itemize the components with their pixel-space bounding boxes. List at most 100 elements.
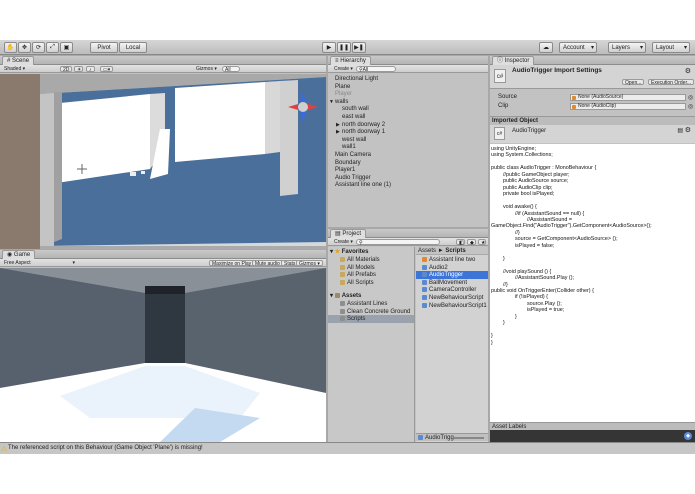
hierarchy-create-dropdown[interactable]: Create ▾ — [332, 66, 355, 72]
asset-folder-label: Scripts — [347, 316, 366, 323]
scene-orientation-gizmo[interactable] — [288, 92, 318, 122]
scene-search-input[interactable]: All — [222, 66, 240, 73]
step-button[interactable]: ▶❚ — [352, 42, 366, 53]
scene-viewport[interactable] — [0, 74, 326, 249]
asset-folder-item[interactable]: Scripts — [328, 315, 414, 324]
scale-tool-button[interactable]: ⤢ — [46, 42, 59, 53]
favorites-header[interactable]: ▾ ★ Favorites — [328, 248, 414, 256]
hierarchy-item-label: wall1 — [342, 144, 356, 151]
game-viewport — [0, 268, 326, 442]
tab-hierarchy[interactable]: ≡ Hierarchy — [330, 56, 371, 65]
hierarchy-item-label: east wall — [342, 114, 366, 120]
imported-object-name: AudioTrigger — [512, 128, 547, 134]
effects-dropdown[interactable]: ▭▾ — [100, 66, 113, 73]
tab-scene[interactable]: # Scene — [2, 56, 35, 65]
clip-label: Clip — [498, 103, 509, 109]
clip-field[interactable]: None (AudioClip) — [570, 103, 686, 110]
cloud-icon: ☁ — [543, 45, 549, 51]
console-status-bar[interactable]: ⚠ The referenced script on this Behaviou… — [0, 442, 695, 454]
asset-labels-bar: ◆ — [490, 430, 695, 442]
project-search-input[interactable]: ⚲ — [356, 239, 440, 246]
hierarchy-tab-label: Hierarchy — [340, 58, 366, 64]
filter-type-button[interactable]: ◧ — [456, 239, 465, 246]
hierarchy-search-text: All — [362, 67, 369, 73]
local-label: Local — [125, 44, 141, 51]
inspector-panel: ⓘ Inspector c# AudioTrigger Import Setti… — [490, 56, 695, 442]
filter-label-button[interactable]: ◆ — [467, 239, 476, 246]
project-file-item[interactable]: NewBehaviourScript1 — [416, 302, 488, 310]
hierarchy-item-label: north doorway 2 — [342, 121, 386, 128]
maximize-on-play-toggle[interactable]: Maximize on Play — [209, 260, 255, 267]
source-field[interactable]: None (AudioSource) — [570, 94, 686, 101]
move-tool-button[interactable]: ✥ — [18, 42, 31, 53]
settings-gear-icon[interactable]: ⚙ — [685, 67, 691, 75]
source-picker-icon[interactable]: ◎ — [688, 94, 693, 101]
clip-picker-icon[interactable]: ◎ — [688, 103, 693, 110]
2d-toggle[interactable]: 2D — [60, 66, 73, 73]
breadcrumb-scripts[interactable]: Scripts — [445, 248, 465, 254]
light-toggle[interactable]: ☀ — [74, 66, 83, 73]
scale-icon: ⤢ — [50, 44, 55, 50]
favorite-item-label: All Materials — [347, 257, 380, 263]
hierarchy-item-label: south wall — [342, 106, 369, 113]
label-tag-icon[interactable]: ◆ — [684, 432, 692, 440]
hierarchy-create-label: Create — [334, 66, 350, 72]
cloud-button[interactable]: ☁ — [539, 42, 553, 53]
execution-order-button[interactable]: Execution Order... — [648, 79, 695, 86]
layout-dropdown[interactable]: Layout ▾ — [652, 42, 690, 53]
script-file-icon: c# — [494, 69, 506, 83]
pause-icon: ❚❚ — [338, 45, 350, 51]
assets-header[interactable]: ▾ Assets — [328, 292, 414, 300]
hierarchy-item[interactable]: Assistant line one (1) — [328, 181, 488, 189]
scene-gizmos-label: Gizmos — [196, 66, 213, 72]
inspector-tabbar: ⓘ Inspector — [490, 56, 695, 65]
rotate-tool-button[interactable]: ⟳ — [32, 42, 45, 53]
script-file-icon: c# — [494, 127, 505, 140]
hierarchy-item-label: Main Camera — [335, 152, 372, 158]
hierarchy-item-label: west wall — [342, 136, 367, 143]
help-book-icon[interactable]: ▤ — [677, 127, 683, 134]
account-dropdown[interactable]: Account ▾ — [559, 42, 597, 53]
folder-icon — [340, 301, 345, 306]
mute-audio-toggle[interactable]: Mute audio — [252, 260, 283, 267]
hierarchy-search-input[interactable]: ⚲All — [356, 66, 396, 73]
hand-tool-button[interactable]: ✋ — [4, 42, 17, 53]
favorite-item[interactable]: All Scripts — [328, 279, 414, 287]
tab-game[interactable]: ◉ Game — [2, 250, 36, 259]
aspect-dropdown[interactable]: Free Aspect ▾ — [2, 260, 77, 266]
local-toggle[interactable]: Local — [119, 42, 147, 53]
breadcrumb-separator: ► — [437, 248, 444, 254]
tab-inspector[interactable]: ⓘ Inspector — [492, 56, 535, 65]
source-label: Source — [498, 94, 518, 100]
shading-dropdown[interactable]: Shaded ▾ — [2, 66, 27, 72]
audio-toggle[interactable]: ♪ — [86, 66, 95, 73]
breadcrumb-assets[interactable]: Assets — [418, 248, 436, 254]
tab-project[interactable]: ▤ Project — [330, 229, 367, 238]
project-create-dropdown[interactable]: Create ▾ — [332, 239, 355, 245]
star-icon: ★ — [481, 240, 486, 246]
script-icon — [422, 287, 427, 293]
chevron-down-icon: ▾ — [72, 260, 75, 266]
game-tab-label: Game — [13, 252, 31, 258]
play-button[interactable]: ▶ — [322, 42, 336, 53]
image-icon: ▭ — [103, 67, 108, 73]
scene-gizmos-dropdown[interactable]: Gizmos ▾ — [194, 66, 219, 72]
pause-button[interactable]: ❚❚ — [337, 42, 351, 53]
zoom-slider[interactable] — [454, 437, 484, 439]
game-gizmos-dropdown[interactable]: Gizmos ▾ — [296, 260, 323, 267]
rect-tool-button[interactable]: ▣ — [60, 42, 73, 53]
project-file-label: NewBehaviourScript — [429, 295, 484, 301]
layers-dropdown[interactable]: Layers ▾ — [608, 42, 646, 53]
audio-source-icon — [572, 96, 576, 100]
hand-icon: ✋ — [6, 45, 15, 51]
project-file-label: Audio2 — [429, 264, 448, 271]
component-gear-icon[interactable]: ⚙ — [685, 126, 691, 134]
scene-tab-label: Scene — [12, 58, 30, 64]
move-icon: ✥ — [21, 45, 28, 51]
favorite-button[interactable]: ★ — [478, 239, 486, 246]
chevron-down-icon: ▾ — [590, 45, 594, 51]
footer-file-label: AudioTrigg — [425, 435, 454, 441]
open-button[interactable]: Open... — [622, 79, 645, 86]
open-label: Open... — [625, 80, 642, 86]
pivot-toggle[interactable]: Pivot — [90, 42, 118, 53]
